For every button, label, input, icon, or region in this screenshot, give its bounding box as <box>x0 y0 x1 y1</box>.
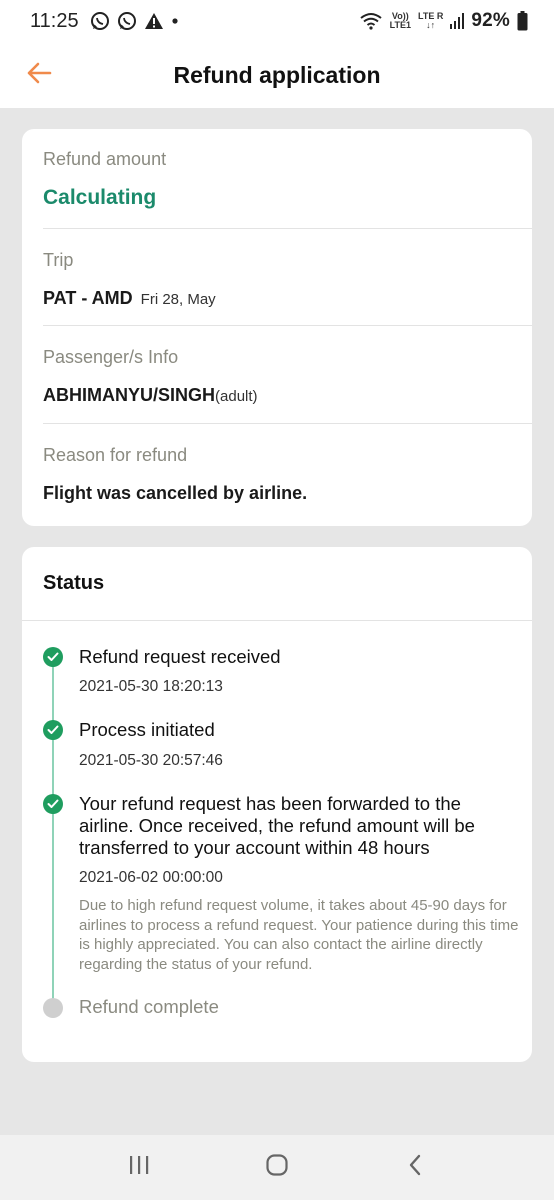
step-title: Your refund request has been forwarded t… <box>79 793 475 858</box>
home-icon <box>265 1153 289 1182</box>
data-arrows-icon: ↓↑ <box>426 20 436 30</box>
refund-amount-value: Calculating <box>43 186 157 209</box>
step-title: Refund request received <box>79 646 281 667</box>
volte-bottom-label: LTE1 <box>389 20 411 30</box>
trip-route: PAT - AMD <box>43 288 133 308</box>
step-time: 2021-06-02 00:00:00 <box>79 869 223 886</box>
status-bar-left: 11:25 <box>30 10 179 33</box>
roaming-label: R <box>436 11 444 21</box>
battery-percent: 92% <box>471 10 510 31</box>
step-time: 2021-05-30 20:57:46 <box>79 752 223 769</box>
status-card: Status Refund request received 2021-05-3… <box>22 547 532 1062</box>
step-title: Process initiated <box>79 719 215 740</box>
refund-amount-label: Refund amount <box>43 149 167 169</box>
page-title: Refund application <box>173 61 381 88</box>
passenger-value: ABHIMANYU/SINGH(adult) <box>43 385 532 406</box>
trip-date: Fri 28, May <box>140 291 216 308</box>
back-button[interactable] <box>22 58 56 92</box>
step-done-icon <box>43 720 63 740</box>
lte-indicator: LTE R ↓↑ <box>418 12 443 30</box>
step-note: Due to high refund request volume, it ta… <box>79 897 519 973</box>
trip-section: Trip PAT - AMD Fri 28, May <box>22 250 532 309</box>
passenger-type: (adult) <box>215 388 258 405</box>
system-nav-bar <box>0 1135 554 1200</box>
trip-value: PAT - AMD Fri 28, May <box>43 288 532 309</box>
passenger-section: Passenger/s Info ABHIMANYU/SINGH(adult) <box>22 347 532 406</box>
status-bar: 11:25 Vo)) LTE1 LTE R ↓↑ 92% <box>0 0 554 42</box>
status-bar-right: Vo)) LTE1 LTE R ↓↑ 92% <box>359 10 528 32</box>
step-time: 2021-05-30 18:20:13 <box>79 678 223 695</box>
trip-label: Trip <box>43 250 74 270</box>
whatsapp-icon <box>90 11 110 31</box>
whatsapp-business-icon <box>117 11 137 31</box>
wifi-icon <box>359 12 383 30</box>
home-button[interactable] <box>257 1148 297 1188</box>
reason-label: Reason for refund <box>43 445 188 465</box>
passenger-name: ABHIMANYU/SINGH <box>43 385 216 405</box>
status-heading: Status <box>22 547 532 621</box>
back-chevron-icon <box>407 1153 423 1182</box>
refund-amount-section: Refund amount Calculating <box>22 149 532 210</box>
step-pending-icon <box>43 998 63 1018</box>
clock: 11:25 <box>30 9 79 32</box>
passenger-label: Passenger/s Info <box>43 347 179 367</box>
nav-back-button[interactable] <box>395 1148 435 1188</box>
divider <box>43 423 532 424</box>
warning-icon <box>144 12 164 30</box>
notification-dot-icon <box>171 17 179 25</box>
battery-icon <box>517 11 528 31</box>
divider <box>43 228 532 229</box>
step-done-icon <box>43 647 63 667</box>
step-title: Refund complete <box>79 996 219 1017</box>
recents-icon <box>127 1155 151 1180</box>
app-bar: Refund application <box>0 42 554 108</box>
refund-details-card: Refund amount Calculating Trip PAT - AMD… <box>22 129 532 526</box>
step-done-icon <box>43 794 63 814</box>
timeline-line <box>52 657 54 1007</box>
arrow-left-icon <box>26 62 52 89</box>
recents-button[interactable] <box>119 1148 159 1188</box>
divider <box>43 325 532 326</box>
volte-indicator: Vo)) LTE1 <box>390 12 411 30</box>
reason-value: Flight was cancelled by airline. <box>43 483 308 503</box>
signal-icon <box>450 13 465 29</box>
reason-section: Reason for refund Flight was cancelled b… <box>22 445 532 504</box>
